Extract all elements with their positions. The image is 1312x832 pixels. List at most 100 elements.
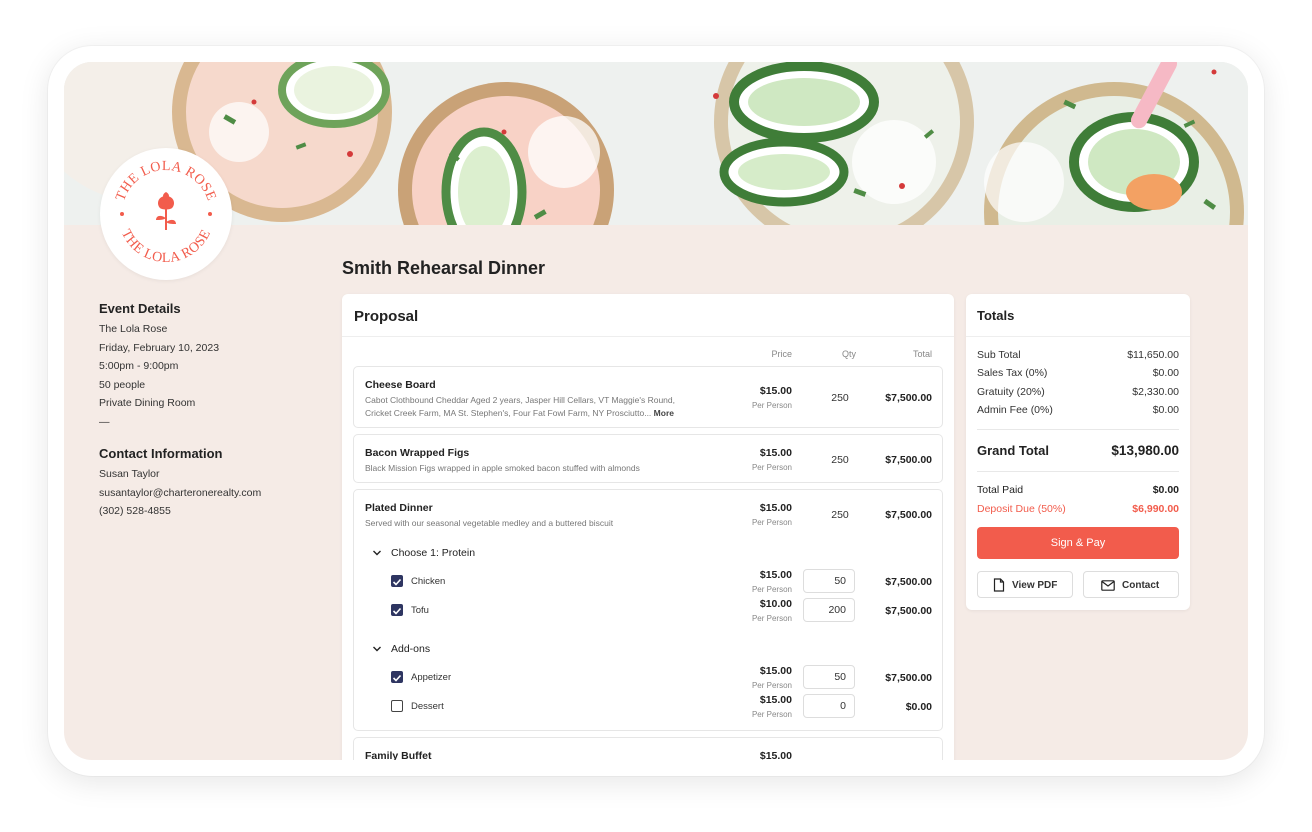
option-total: $7,500.00 bbox=[885, 672, 932, 684]
contact-phone[interactable]: (302) 528-4855 bbox=[99, 505, 171, 517]
option-label-appetizer: Appetizer bbox=[411, 672, 452, 683]
gratuity-value: $2,330.00 bbox=[1132, 386, 1179, 398]
proposal-item-family-buffet[interactable]: Family Buffet $15.00 bbox=[353, 737, 943, 760]
totals-divider bbox=[977, 429, 1179, 430]
gratuity-row: Gratuity (20%) $2,330.00 bbox=[977, 386, 1179, 398]
checkmark-icon bbox=[392, 674, 402, 682]
totals-card: Totals Sub Total $11,650.00 Sales Tax (0%… bbox=[966, 294, 1190, 610]
checkbox-dessert[interactable] bbox=[391, 700, 403, 712]
grand-total-row: Grand Total $13,980.00 bbox=[977, 443, 1179, 458]
qty-input-chicken[interactable]: 50 bbox=[803, 569, 855, 593]
event-venue: The Lola Rose bbox=[99, 323, 168, 335]
chevron-down-icon[interactable] bbox=[372, 548, 382, 558]
item-description: Cabot Clothbound Cheddar Aged 2 years, J… bbox=[365, 395, 675, 418]
chevron-down-icon[interactable] bbox=[372, 644, 382, 654]
svg-text:THE LOLA ROSE: THE LOLA ROSE bbox=[118, 227, 214, 266]
sales-tax-value: $0.00 bbox=[1152, 367, 1179, 379]
contact-email[interactable]: susantaylor@charteronerealty.com bbox=[99, 487, 261, 499]
totals-heading: Totals bbox=[966, 294, 1190, 337]
hero-banner-image bbox=[64, 62, 1248, 225]
qty-input-tofu[interactable]: 200 bbox=[803, 598, 855, 622]
item-price: $15.00 bbox=[759, 750, 792, 760]
item-price: $15.00 bbox=[759, 502, 792, 514]
proposal-item-bacon-wrapped-figs[interactable]: Bacon Wrapped Figs Black Mission Figs wr… bbox=[353, 434, 943, 483]
item-description: Black Mission Figs wrapped in apple smok… bbox=[365, 463, 640, 473]
proposal-heading: Proposal bbox=[342, 294, 954, 337]
item-total: $7,500.00 bbox=[885, 454, 932, 466]
item-name: Plated Dinner bbox=[365, 502, 433, 514]
qty-input-appetizer[interactable]: 50 bbox=[803, 665, 855, 689]
view-pdf-label: View PDF bbox=[1012, 580, 1058, 591]
total-paid-row: Total Paid $0.00 bbox=[977, 484, 1179, 496]
option-price-unit: Per Person bbox=[751, 710, 792, 719]
option-total: $7,500.00 bbox=[885, 605, 932, 617]
page-title: Smith Rehearsal Dinner bbox=[342, 258, 546, 278]
option-price: $15.00 bbox=[759, 694, 792, 706]
cocktail-photo bbox=[64, 62, 1248, 225]
item-name: Family Buffet bbox=[365, 750, 432, 760]
option-price-unit: Per Person bbox=[751, 614, 792, 623]
proposal-card: Proposal Price Qty Total Cheese Board Ca… bbox=[342, 294, 954, 760]
proposal-item-plated-dinner[interactable]: Plated Dinner Served with our seasonal v… bbox=[353, 489, 943, 731]
option-price-unit: Per Person bbox=[751, 585, 792, 594]
section-separator: — bbox=[99, 416, 110, 428]
sign-and-pay-button[interactable]: Sign & Pay bbox=[977, 527, 1179, 559]
more-link[interactable]: More bbox=[654, 408, 674, 418]
event-room: Private Dining Room bbox=[99, 397, 196, 409]
item-price-unit: Per Person bbox=[751, 463, 792, 472]
event-guests: 50 people bbox=[99, 379, 146, 391]
option-label-tofu: Tofu bbox=[411, 605, 429, 616]
view-pdf-button[interactable]: View PDF bbox=[977, 571, 1073, 598]
contact-button[interactable]: Contact bbox=[1083, 571, 1179, 598]
item-price: $15.00 bbox=[759, 385, 792, 397]
qty-input-dessert[interactable]: 0 bbox=[803, 694, 855, 718]
contact-name: Susan Taylor bbox=[99, 468, 160, 480]
sales-tax-row: Sales Tax (0%) $0.00 bbox=[977, 367, 1179, 379]
subtotal-value: $11,650.00 bbox=[1127, 349, 1179, 361]
option-label-chicken: Chicken bbox=[411, 576, 446, 587]
device-frame: THE LOLA ROSE THE LOLA ROSE Event Detail… bbox=[48, 46, 1264, 776]
checkbox-appetizer[interactable] bbox=[391, 671, 403, 683]
proposal-item-cheese-board[interactable]: Cheese Board Cabot Clothbound Cheddar Ag… bbox=[353, 366, 943, 428]
item-price: $15.00 bbox=[759, 447, 792, 459]
deposit-due-value: $6,990.00 bbox=[1132, 503, 1179, 515]
option-price: $15.00 bbox=[759, 569, 792, 581]
option-group-add-ons[interactable]: Add-ons bbox=[391, 643, 430, 655]
contact-label: Contact bbox=[1122, 580, 1160, 591]
col-total: Total bbox=[912, 349, 932, 359]
subtotal-row: Sub Total $11,650.00 bbox=[977, 349, 1179, 361]
admin-fee-row: Admin Fee (0%) $0.00 bbox=[977, 404, 1179, 416]
option-label-dessert: Dessert bbox=[411, 701, 444, 712]
totals-divider bbox=[977, 471, 1179, 472]
checkbox-chicken[interactable] bbox=[391, 575, 403, 587]
col-qty: Qty bbox=[841, 349, 856, 359]
item-name: Bacon Wrapped Figs bbox=[365, 447, 470, 459]
checkmark-icon bbox=[392, 607, 402, 615]
event-time: 5:00pm - 9:00pm bbox=[99, 360, 179, 372]
checkbox-tofu[interactable] bbox=[391, 604, 403, 616]
total-paid-value: $0.00 bbox=[1152, 484, 1179, 496]
option-total: $7,500.00 bbox=[885, 576, 932, 588]
item-name: Cheese Board bbox=[365, 379, 436, 391]
admin-fee-value: $0.00 bbox=[1152, 404, 1179, 416]
option-group-protein[interactable]: Choose 1: Protein bbox=[391, 547, 475, 559]
contact-info-heading: Contact Information bbox=[99, 446, 223, 461]
brand-logo: THE LOLA ROSE THE LOLA ROSE bbox=[100, 148, 232, 280]
option-price-unit: Per Person bbox=[751, 681, 792, 690]
checkmark-icon bbox=[392, 578, 402, 586]
event-date: Friday, February 10, 2023 bbox=[99, 342, 220, 354]
item-total: $7,500.00 bbox=[885, 392, 932, 404]
col-price: Price bbox=[771, 349, 792, 359]
item-price-unit: Per Person bbox=[751, 401, 792, 410]
envelope-icon bbox=[1101, 580, 1115, 591]
grand-total-value: $13,980.00 bbox=[1111, 443, 1179, 458]
option-total: $0.00 bbox=[905, 701, 932, 713]
item-total: $7,500.00 bbox=[885, 509, 932, 521]
app-screen: THE LOLA ROSE THE LOLA ROSE Event Detail… bbox=[64, 62, 1248, 760]
event-details-heading: Event Details bbox=[99, 301, 181, 316]
deposit-due-row: Deposit Due (50%) $6,990.00 bbox=[977, 503, 1179, 515]
option-price: $10.00 bbox=[759, 598, 792, 610]
rose-logo-icon: THE LOLA ROSE THE LOLA ROSE bbox=[113, 159, 218, 266]
item-price-unit: Per Person bbox=[751, 518, 792, 527]
option-price: $15.00 bbox=[759, 665, 792, 677]
